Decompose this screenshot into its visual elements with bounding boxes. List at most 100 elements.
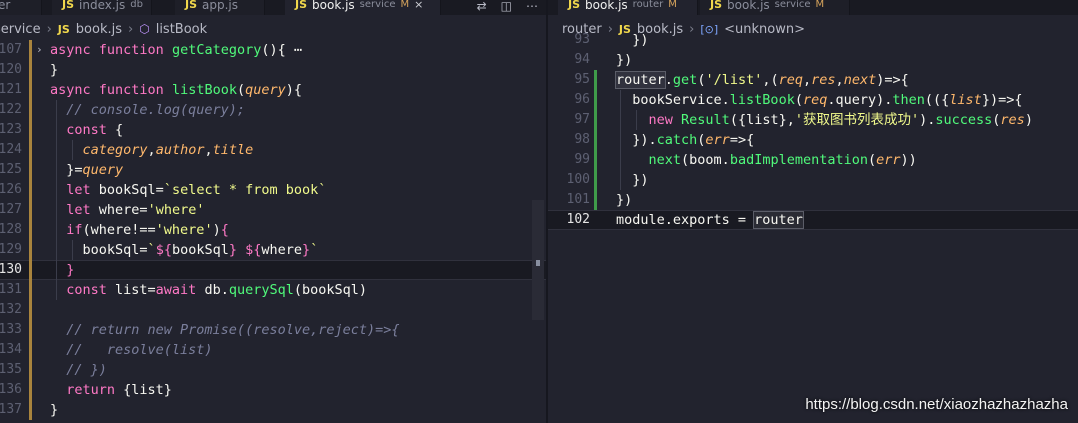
breadcrumb-file[interactable]: book.js (76, 22, 122, 37)
code-token: }). (616, 132, 657, 148)
tab-index-js[interactable]: JS index.js db (52, 0, 152, 15)
code-token: err (705, 132, 730, 148)
more-actions-icon[interactable]: ⋯ (526, 0, 538, 13)
tab-label: app.js (202, 0, 239, 12)
code-line[interactable]: 125 }=query (0, 160, 546, 180)
javascript-file-icon: JS (62, 0, 75, 11)
code-editor: er JS index.js db JS app.js JS book.js s… (0, 0, 1078, 423)
code-token: 'where' (147, 202, 205, 218)
chevron-right-icon: › (128, 21, 134, 37)
code-text: // console.log(query); (50, 100, 245, 120)
code-text: async function listBook(query){ (50, 80, 302, 100)
code-token: if (50, 222, 83, 238)
code-line[interactable]: 128 if(where!=='where'){ (0, 220, 546, 240)
watermark: https://blog.csdn.net/xiaozhazhazhazha (805, 396, 1068, 413)
tab-er[interactable]: er (0, 0, 42, 15)
code-line[interactable]: 120} (0, 60, 546, 80)
code-line[interactable]: 126 let bookSql=`select * from book` (0, 180, 546, 200)
code-text: async function getCategory(){ ⋯ (50, 40, 302, 60)
code-text: // resolve(list) (50, 340, 212, 360)
code-token: } (50, 262, 75, 278)
code-line[interactable]: 102 module.exports = router (548, 210, 1078, 230)
vertical-scrollbar[interactable] (532, 200, 544, 320)
chevron-right-icon[interactable]: › (36, 40, 43, 60)
tab-label: index.js (79, 0, 126, 12)
code-token: // }) (50, 362, 107, 378)
tab-book-js-service[interactable]: JS book.js service M × (285, 0, 441, 15)
code-line[interactable]: 99 next(boom.badImplementation(err)) (548, 150, 1078, 170)
code-line[interactable]: 100 }) (548, 170, 1078, 190)
function-symbol-icon: ⬡ (139, 22, 150, 36)
line-number: 130 (0, 262, 22, 277)
code-line[interactable]: 122 // console.log(query); (0, 100, 546, 120)
javascript-file-icon: JS (568, 0, 581, 11)
code-line[interactable]: 124 category,author,title (0, 140, 546, 160)
code-token: { (115, 122, 124, 138)
code-line[interactable]: 96 bookService.listBook(req.query).then(… (548, 90, 1078, 110)
code-token: badImplementation (729, 152, 868, 168)
code-line[interactable]: 97 new Result({list},'获取图书列表成功').success… (548, 110, 1078, 130)
code-line[interactable]: 133 // return new Promise((resolve,rejec… (0, 320, 546, 340)
code-line[interactable]: 132 (0, 300, 546, 320)
code-token: query (245, 82, 286, 98)
code-token: next (843, 72, 877, 88)
code-text: module.exports = router (616, 210, 804, 230)
code-area-left[interactable]: 107 async function getCategory(){ ⋯ › 120} 1… (0, 40, 546, 423)
breadcrumb-folder[interactable]: service (0, 22, 41, 37)
code-token: query (82, 162, 124, 178)
code-line[interactable]: 95 router.get('/list',(req,res,next)=>{ (548, 70, 1078, 90)
line-number: 129 (0, 242, 22, 257)
code-token: where (261, 242, 303, 258)
code-token: (({ (924, 92, 950, 108)
code-text: category,author,title (50, 140, 254, 160)
code-token: then (892, 92, 925, 108)
line-number: 133 (0, 322, 22, 337)
scrollbar-thumb[interactable] (536, 260, 540, 266)
line-number: 124 (0, 142, 22, 157)
code-line[interactable]: 130 } (0, 260, 546, 280)
tab-book-js-router[interactable]: JS book.js router M (558, 0, 698, 15)
code-token: ⋯ (293, 42, 302, 58)
code-token: let (50, 182, 99, 198)
tab-label: er (0, 0, 11, 12)
code-token: bookSql (171, 242, 229, 258)
code-text: const list=await db.querySql(bookSql) (50, 280, 367, 300)
code-line[interactable]: 129 bookSql=`${bookSql} ${where}` (0, 240, 546, 260)
code-line[interactable]: 137} (0, 400, 546, 420)
code-line[interactable]: 94}) (548, 50, 1078, 70)
code-line[interactable]: 98 }).catch(err=>{ (548, 130, 1078, 150)
tab-app-js[interactable]: JS app.js (175, 0, 265, 15)
code-token: Result (681, 112, 730, 128)
code-line[interactable]: 135 // }) (0, 360, 546, 380)
code-line[interactable]: 121 async function listBook(query){ (0, 80, 546, 100)
code-line[interactable]: 127 let where='where' (0, 200, 546, 220)
compare-changes-icon[interactable]: ⇄ (477, 0, 487, 13)
code-line[interactable]: 136 return {list} (0, 380, 546, 400)
code-text: }) (616, 190, 632, 210)
close-icon[interactable]: × (414, 0, 423, 11)
code-line[interactable]: 93 }) (548, 30, 1078, 50)
code-line[interactable]: 123 const { (0, 120, 546, 140)
code-area-right[interactable]: 93 }) 94}) 95 router.get('/list',(req,res,n… (548, 30, 1078, 423)
code-line[interactable]: 101}) (548, 190, 1078, 210)
code-line[interactable]: 134 // resolve(list) (0, 340, 546, 360)
editor-actions: ⇄ ◫ ⋯ (477, 0, 538, 15)
split-editor-icon[interactable]: ◫ (501, 0, 512, 13)
line-number: 128 (0, 222, 22, 237)
code-line[interactable]: 131 const list=await db.querySql(bookSql… (0, 280, 546, 300)
git-modified-gutter (29, 40, 32, 420)
code-line[interactable]: 107 async function getCategory(){ ⋯ › (0, 40, 546, 60)
code-token: bookService. (616, 92, 730, 108)
breadcrumb-symbol[interactable]: listBook (156, 22, 207, 37)
indent-guide (636, 110, 637, 130)
tab-book-js-service[interactable]: JS book.js service M (700, 0, 850, 15)
code-token: ) (1024, 112, 1033, 128)
line-number: 122 (0, 102, 22, 117)
line-number: 120 (0, 62, 22, 77)
code-token: const (50, 282, 116, 298)
code-token: bookSql= (50, 242, 148, 258)
indent-guide (620, 90, 621, 190)
code-token: , (803, 72, 812, 88)
javascript-file-icon: JS (710, 0, 723, 11)
code-token: where= (98, 202, 148, 218)
